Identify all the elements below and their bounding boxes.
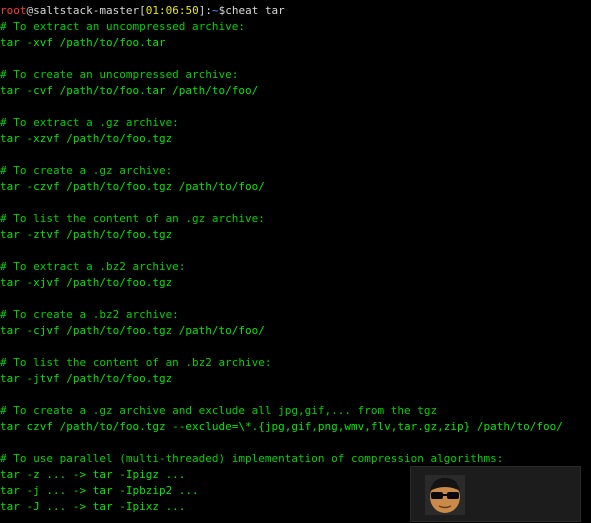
output-blank-line xyxy=(0,387,591,403)
output-comment-line: # To extract a .bz2 archive: xyxy=(0,260,186,273)
output-comment-line: # To list the content of an .bz2 archive… xyxy=(0,356,272,369)
watermark-badge xyxy=(410,466,581,522)
prompt-colon: : xyxy=(205,4,212,17)
prompt-path: ~ xyxy=(211,4,219,17)
output-blank-line xyxy=(0,339,591,355)
prompt-line: root@saltstack-master[01:06:50]:~$cheat … xyxy=(0,3,591,19)
output-command-line: tar -xzvf /path/to/foo.tgz xyxy=(0,132,173,145)
prompt-time: 01:06:50 xyxy=(145,4,199,17)
output-blank-line xyxy=(0,243,591,259)
output-blank-line xyxy=(0,99,591,115)
output-command-line: tar -cvf /path/to/foo.tar /path/to/foo/ xyxy=(0,84,259,97)
output-blank-line xyxy=(0,195,591,211)
output-command-line: tar -xvf /path/to/foo.tar xyxy=(0,36,166,49)
output-blank-line xyxy=(0,435,591,451)
output-command-line: tar -jtvf /path/to/foo.tgz xyxy=(0,372,173,385)
prompt-user: root xyxy=(0,4,27,17)
output-comment-line: # To extract an uncompressed archive: xyxy=(0,20,246,33)
prompt-host: saltstack-master xyxy=(33,4,140,17)
output-comment-line: # To create a .gz archive and exclude al… xyxy=(0,404,438,417)
output-blank-line xyxy=(0,291,591,307)
output-command-line: tar -ztvf /path/to/foo.tgz xyxy=(0,228,173,241)
output-comment-line: # To create a .bz2 archive: xyxy=(0,308,179,321)
sunglasses-avatar-icon xyxy=(425,475,465,515)
output-comment-line: # To extract a .gz archive: xyxy=(0,116,179,129)
output-command-line: tar czvf /path/to/foo.tgz --exclude=\*.{… xyxy=(0,420,563,433)
output-command-line: tar -cjvf /path/to/foo.tgz /path/to/foo/ xyxy=(0,324,265,337)
command-output: # To extract an uncompressed archive: tar… xyxy=(0,19,591,515)
output-command-line: tar -czvf /path/to/foo.tgz /path/to/foo/ xyxy=(0,180,265,193)
output-comment-line: # To create an uncompressed archive: xyxy=(0,68,239,81)
output-comment-line: # To list the content of an .gz archive: xyxy=(0,212,265,225)
output-comment-line: # To use parallel (multi-threaded) imple… xyxy=(0,452,504,465)
output-blank-line xyxy=(0,147,591,163)
output-blank-line xyxy=(0,51,591,67)
terminal-window[interactable]: root@saltstack-master[01:06:50]:~$cheat … xyxy=(0,3,591,523)
output-comment-line: # To create a .gz archive: xyxy=(0,164,173,177)
prompt-command: cheat tar xyxy=(225,4,285,17)
output-command-line: tar -xjvf /path/to/foo.tgz xyxy=(0,276,173,289)
prompt-bracket-open: [ xyxy=(139,4,146,17)
